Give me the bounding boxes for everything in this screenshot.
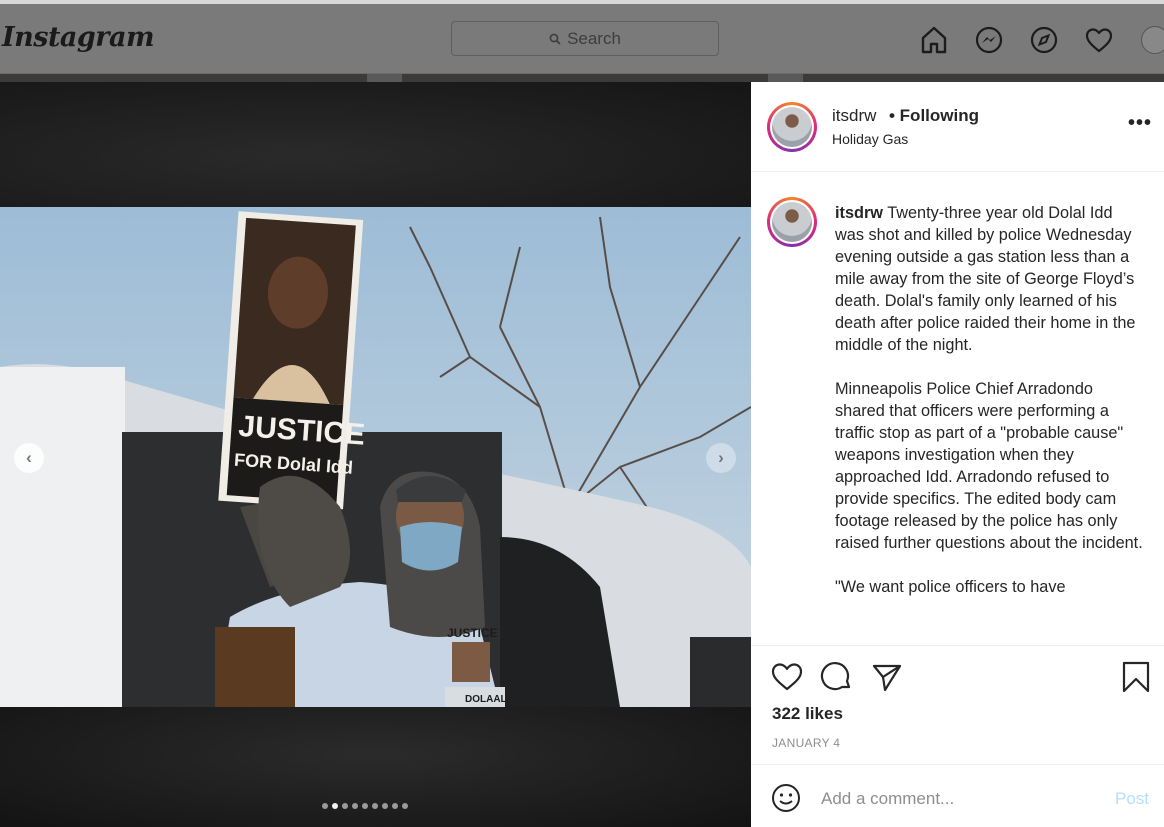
caption-username[interactable]: itsdrw [835, 204, 883, 222]
background-feed-strip [402, 74, 768, 82]
carousel-dot [352, 803, 358, 809]
post-actions: 322 likes JANUARY 4 Post [751, 645, 1164, 827]
save-bookmark-icon[interactable] [1119, 660, 1153, 694]
caption-paragraph: "We want police officers to have [835, 578, 1066, 596]
activity-heart-icon[interactable] [1083, 24, 1114, 55]
carousel-prev-button[interactable]: ‹ [14, 443, 44, 473]
caption-scroll-area[interactable]: itsdrw Twenty-three year old Dolal Idd w… [751, 173, 1164, 645]
post-date[interactable]: JANUARY 4 [772, 736, 840, 750]
carousel-dot [322, 803, 328, 809]
shirt-text-bottom: DOLAAL [465, 694, 507, 705]
messenger-icon[interactable] [973, 24, 1004, 55]
nav-icons [918, 24, 1114, 55]
caption-paragraph: Minneapolis Police Chief Arradondo share… [835, 380, 1143, 552]
background-feed-strip [0, 74, 367, 82]
emoji-icon[interactable] [771, 783, 801, 813]
background-feed-strip [803, 74, 1164, 82]
chevron-left-icon: ‹ [26, 448, 32, 467]
caption-avatar[interactable] [767, 197, 817, 247]
explore-icon[interactable] [1028, 24, 1059, 55]
post-side-panel: itsdrw • Following Holiday Gas ••• itsdr… [751, 82, 1164, 827]
comment-icon[interactable] [820, 660, 854, 694]
post-location[interactable]: Holiday Gas [832, 131, 908, 147]
comment-bar: Post [751, 764, 1164, 827]
post-media: JUSTICE FOR Dolal Idd JUSTICE DOLAAL ‹ › [0, 82, 751, 827]
caption-paragraph: Twenty-three year old Dolal Idd was shot… [835, 204, 1136, 354]
carousel-dot [382, 803, 388, 809]
likes-count[interactable]: 322 likes [772, 704, 843, 724]
post-comment-button[interactable]: Post [1115, 789, 1149, 809]
caption-text: itsdrw Twenty-three year old Dolal Idd w… [835, 202, 1145, 620]
follow-status[interactable]: • Following [889, 106, 979, 126]
chevron-right-icon: › [718, 448, 724, 467]
post-photo: JUSTICE FOR Dolal Idd JUSTICE DOLAAL [0, 207, 751, 707]
top-navbar: Instagram Search [0, 4, 1164, 74]
post-header: itsdrw • Following Holiday Gas ••• [751, 82, 1164, 172]
profile-avatar[interactable] [1141, 26, 1164, 54]
carousel-dots [322, 803, 408, 809]
comment-input[interactable] [821, 785, 1101, 813]
author-avatar[interactable] [767, 102, 817, 152]
search-placeholder: Search [567, 28, 621, 48]
carousel-dot [372, 803, 378, 809]
media-texture-bottom [0, 707, 751, 827]
instagram-logo[interactable]: Instagram [2, 22, 155, 53]
share-icon[interactable] [870, 660, 904, 694]
media-texture-top [0, 82, 751, 207]
carousel-dot [402, 803, 408, 809]
like-heart-icon[interactable] [770, 660, 804, 694]
search-box[interactable]: Search [451, 21, 719, 56]
carousel-dot [342, 803, 348, 809]
carousel-dot [362, 803, 368, 809]
more-options-icon[interactable]: ••• [1128, 112, 1152, 135]
home-icon[interactable] [918, 24, 949, 55]
carousel-dot [332, 803, 338, 809]
search-icon [549, 33, 561, 45]
carousel-next-button[interactable]: › [706, 443, 736, 473]
carousel-dot [392, 803, 398, 809]
author-username[interactable]: itsdrw [832, 106, 876, 126]
shirt-text-top: JUSTICE [447, 626, 498, 640]
